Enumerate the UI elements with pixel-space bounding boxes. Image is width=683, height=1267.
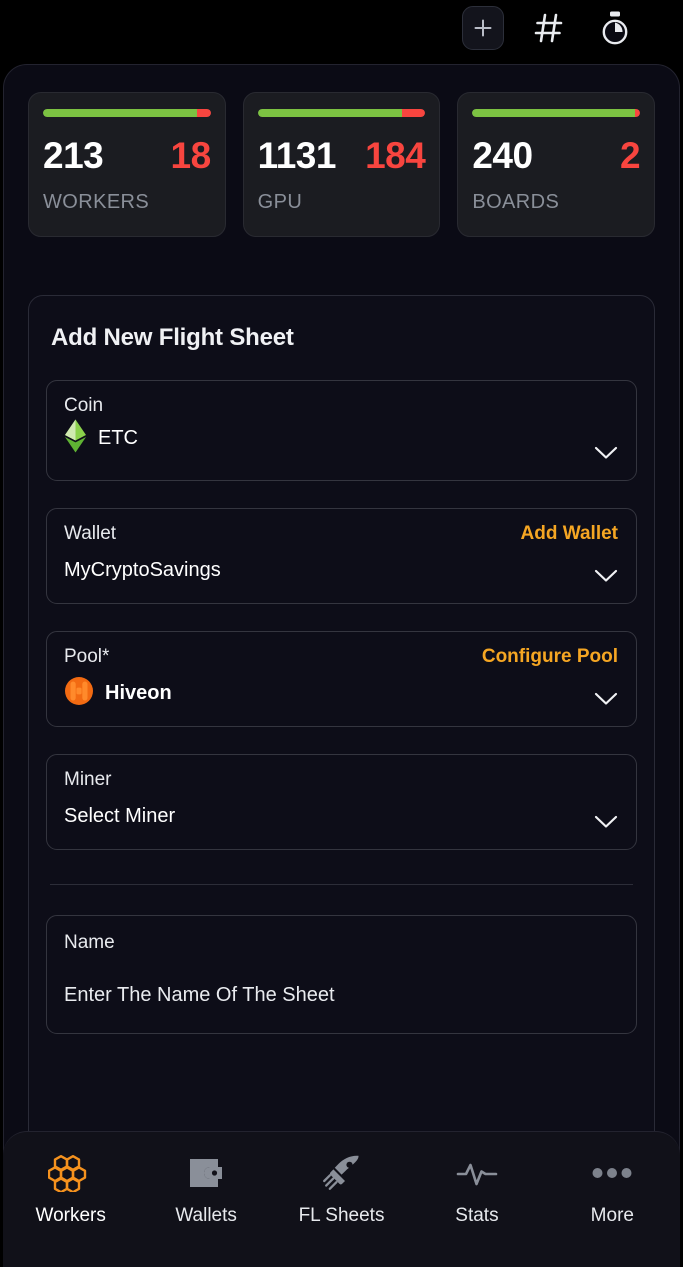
section-divider [50,884,633,885]
workers-label: WORKERS [43,191,150,213]
boards-values: 240 2 [472,135,640,177]
gpu-label: GPU [257,191,303,213]
bottom-navigation: Workers Wallets FL Sheets Stats More [3,1131,680,1267]
pulse-icon [456,1154,498,1192]
workers-values: 213 18 [43,135,211,177]
add-wallet-button[interactable]: Add Wallet [521,523,618,545]
add-flight-sheet-card: Add New Flight Sheet Coin ETC Wallet Add… [28,295,655,1155]
nav-item-more[interactable]: More [545,1154,680,1227]
coin-select[interactable]: Coin ETC [46,380,637,481]
nav-label-stats: Stats [455,1205,499,1226]
gpu-bar-bad [401,109,426,117]
gpu-bar-ok [257,109,402,117]
coin-value-row: ETC [64,419,618,458]
miner-select[interactable]: Miner Select Miner [46,754,637,850]
workers-bar-bad [197,109,211,117]
boards-online-count: 240 [472,135,533,176]
gpu-progress-bar [257,109,426,117]
gpu-values: 1131 184 [258,135,426,177]
nav-item-stats[interactable]: Stats [409,1154,544,1227]
workers-bar-ok [43,109,198,117]
miner-value-row: Select Miner [64,797,618,835]
stats-row: 213 18 WORKERS 1131 184 GPU 240 2 BOARDS [4,65,679,237]
honeycomb-icon [47,1154,94,1192]
nav-item-wallets[interactable]: Wallets [138,1154,273,1227]
stat-card-workers[interactable]: 213 18 WORKERS [28,92,226,237]
hash-button[interactable] [527,6,571,50]
main-panel: 213 18 WORKERS 1131 184 GPU 240 2 BOARDS… [3,64,680,1199]
boards-label: BOARDS [472,191,560,213]
miner-label: Miner [64,769,112,790]
stat-card-gpu[interactable]: 1131 184 GPU [242,92,441,237]
wallet-select[interactable]: Wallet Add Wallet MyCryptoSavings [46,508,637,604]
hash-icon[interactable] [532,11,566,45]
boards-bar-ok [472,109,635,117]
pool-label: Pool* [64,646,110,667]
workers-offline-count: 18 [170,135,212,176]
etc-coin-icon [64,419,87,458]
boards-progress-bar [472,109,641,117]
boards-offline-count: 2 [619,135,641,176]
workers-online-count: 213 [43,135,104,176]
rocket-icon [322,1154,362,1192]
wallet-label: Wallet [64,523,117,544]
nav-label-fl-sheets: FL Sheets [298,1205,385,1226]
sheet-name-field[interactable]: Name Enter The Name Of The Sheet [46,915,637,1034]
nav-item-workers[interactable]: Workers [3,1154,138,1227]
page-title: Add New Flight Sheet [51,324,294,351]
coin-label: Coin [64,395,104,416]
timer-button[interactable] [593,6,637,50]
pool-value-row: Hiveon [64,674,618,712]
nav-label-more: More [590,1205,634,1226]
chevron-down-icon[interactable] [594,692,618,706]
chevron-down-icon[interactable] [594,569,618,583]
nav-item-fl-sheets[interactable]: FL Sheets [274,1154,409,1227]
stat-card-boards[interactable]: 240 2 BOARDS [457,92,656,237]
configure-pool-button[interactable]: Configure Pool [482,646,618,668]
boards-bar-bad [634,109,640,117]
workers-progress-bar [43,109,211,117]
hiveon-logo-icon [64,676,94,711]
top-icon-bar [0,0,683,56]
wallet-value: MyCryptoSavings [64,558,221,581]
wallet-header: Wallet Add Wallet [64,523,618,545]
wallet-value-row: MyCryptoSavings [64,551,618,589]
miner-value: Select Miner [64,804,176,827]
chevron-down-icon[interactable] [594,815,618,829]
pool-header: Pool* Configure Pool [64,646,618,668]
coin-value: ETC [98,427,138,449]
chevron-down-icon[interactable] [594,446,618,460]
add-button[interactable] [461,6,505,50]
pool-value: Hiveon [105,681,172,704]
nav-label-wallets: Wallets [175,1205,237,1226]
sheet-name-input[interactable]: Enter The Name Of The Sheet [64,984,618,1007]
nav-label-workers: Workers [35,1205,106,1226]
miner-header: Miner [64,769,618,791]
pool-select[interactable]: Pool* Configure Pool Hiveon [46,631,637,727]
timer-icon[interactable] [599,10,631,46]
add-icon[interactable] [462,6,504,50]
ellipsis-icon [592,1154,632,1192]
sheet-name-label: Name [64,932,115,953]
gpu-offline-count: 184 [365,135,426,176]
wallet-icon [188,1154,224,1192]
gpu-online-count: 1131 [257,135,337,176]
